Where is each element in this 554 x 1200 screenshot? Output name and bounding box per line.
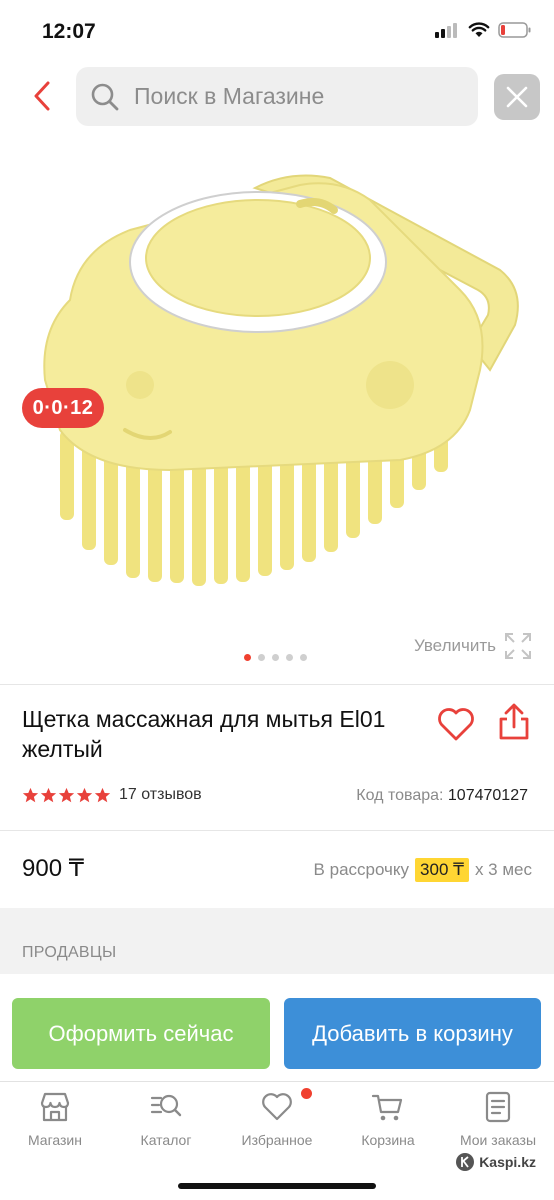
wifi-icon bbox=[468, 22, 490, 37]
tab-label: Магазин bbox=[27, 1132, 82, 1148]
favorites-notification-dot bbox=[301, 1088, 312, 1099]
tab-label: Корзина bbox=[361, 1132, 415, 1148]
status-bar: 12:07 bbox=[0, 0, 554, 60]
close-icon bbox=[506, 86, 528, 108]
search-icon bbox=[91, 83, 119, 110]
tab-favorites[interactable]: Избранное bbox=[227, 1090, 327, 1160]
checkout-now-button[interactable]: Оформить сейчас bbox=[12, 998, 270, 1069]
home-indicator[interactable] bbox=[178, 1183, 376, 1189]
pagination-dot[interactable] bbox=[286, 654, 293, 661]
chevron-left-icon bbox=[34, 81, 50, 111]
divider bbox=[0, 684, 554, 685]
share-button[interactable] bbox=[496, 702, 532, 742]
star-icon bbox=[76, 787, 93, 802]
product-price: 900 ₸ bbox=[22, 855, 84, 882]
product-image[interactable] bbox=[0, 140, 554, 620]
star-icon bbox=[58, 787, 75, 802]
tab-store[interactable]: Магазин bbox=[5, 1090, 105, 1160]
watermark-text: Kaspi.kz bbox=[479, 1154, 536, 1170]
sellers-section: ПРОДАВЦЫ bbox=[0, 908, 554, 974]
installment-info: В рассрочку 300 ₸ х 3 мес bbox=[314, 858, 532, 882]
tab-orders[interactable]: Мои заказы bbox=[448, 1090, 548, 1160]
heart-icon bbox=[262, 1093, 292, 1121]
favorite-button[interactable] bbox=[436, 706, 476, 742]
rating-row[interactable]: 17 отзывов bbox=[22, 786, 202, 804]
star-icon bbox=[22, 787, 39, 802]
gallery-pagination[interactable] bbox=[244, 654, 307, 661]
product-title-block: Щетка массажная для мытья El01 желтый bbox=[22, 704, 442, 764]
zoom-label: Увеличить bbox=[414, 636, 496, 655]
search-input[interactable]: Поиск в Магазине bbox=[76, 67, 478, 126]
close-search-button[interactable] bbox=[494, 74, 540, 120]
star-icon bbox=[40, 787, 57, 802]
purchase-actions: Оформить сейчас Добавить в корзину bbox=[0, 974, 554, 1082]
cart-icon bbox=[371, 1094, 403, 1121]
back-button[interactable] bbox=[22, 76, 62, 116]
star-icon bbox=[94, 787, 111, 802]
orders-icon bbox=[485, 1091, 511, 1123]
pagination-dot[interactable] bbox=[244, 654, 251, 661]
tab-cart[interactable]: Корзина bbox=[338, 1090, 438, 1160]
status-icons bbox=[434, 22, 532, 38]
product-title: Щетка массажная для мытья El01 желтый bbox=[22, 706, 386, 762]
add-to-cart-button[interactable]: Добавить в корзину bbox=[284, 998, 541, 1069]
catalog-search-icon bbox=[150, 1094, 182, 1117]
pagination-dot[interactable] bbox=[258, 654, 265, 661]
store-icon bbox=[40, 1092, 70, 1122]
status-time: 12:07 bbox=[42, 20, 96, 43]
expand-icon bbox=[505, 633, 531, 659]
signal-icon bbox=[435, 23, 457, 38]
search-placeholder: Поиск в Магазине bbox=[134, 83, 325, 109]
installment-prefix: В рассрочку bbox=[313, 860, 410, 879]
product-sku: Код товара: 107470127 bbox=[356, 787, 528, 805]
share-icon bbox=[499, 703, 529, 740]
pagination-dot[interactable] bbox=[272, 654, 279, 661]
divider bbox=[0, 830, 554, 831]
kaspi-logo-icon bbox=[456, 1153, 475, 1171]
installment-promo-badge: 0·0·12 bbox=[22, 388, 104, 428]
heart-icon bbox=[438, 708, 474, 741]
installment-amount: 300 ₸ bbox=[415, 858, 469, 882]
rating-stars bbox=[22, 787, 111, 804]
sellers-heading: ПРОДАВЦЫ bbox=[22, 944, 117, 961]
tab-label: Избранное bbox=[241, 1132, 313, 1148]
sku-value: 107470127 bbox=[447, 787, 528, 804]
product-gallery[interactable]: 0·0·12 Увеличить bbox=[0, 140, 554, 680]
kaspi-watermark: Kaspi.kz bbox=[455, 1152, 536, 1172]
pagination-dot[interactable] bbox=[300, 654, 307, 661]
zoom-button[interactable]: Увеличить bbox=[414, 632, 532, 660]
tab-label: Мои заказы bbox=[459, 1132, 537, 1148]
installment-suffix: х 3 мес bbox=[474, 860, 532, 879]
sku-label: Код товара: bbox=[356, 787, 444, 804]
search-header: Поиск в Магазине bbox=[0, 66, 554, 128]
tab-catalog[interactable]: Каталог bbox=[116, 1090, 216, 1160]
battery-icon bbox=[498, 22, 531, 38]
tab-label: Каталог bbox=[140, 1132, 192, 1148]
reviews-link[interactable]: 17 отзывов bbox=[119, 786, 202, 804]
